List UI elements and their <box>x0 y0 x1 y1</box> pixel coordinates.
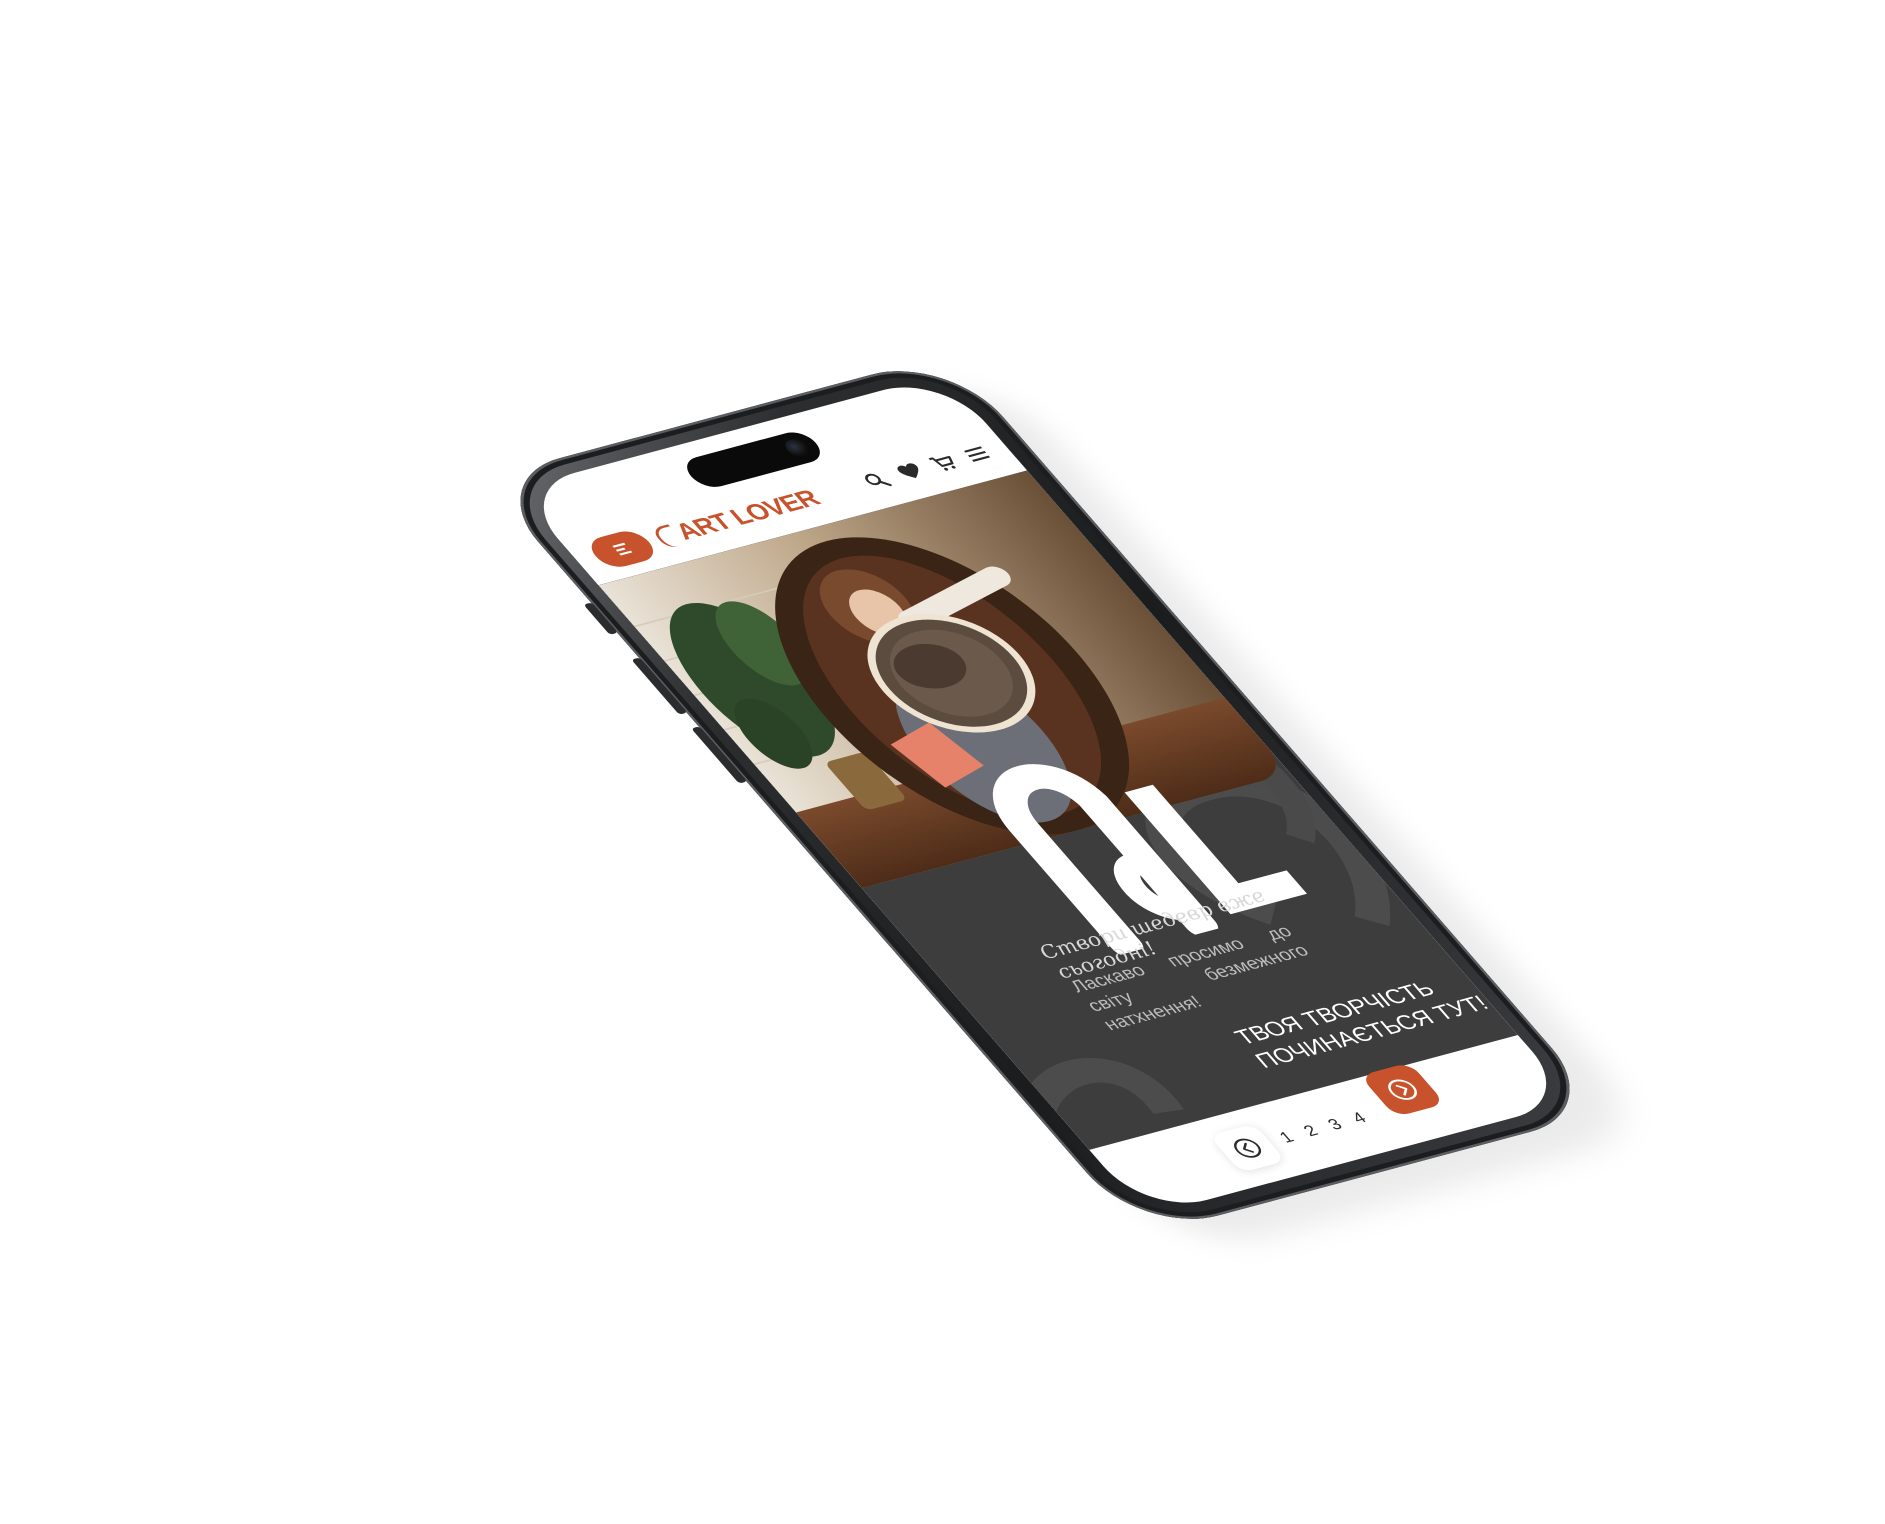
cart-icon[interactable] <box>925 451 962 475</box>
mockup-stage: ART LOVER Створи шедевр вже сьогодні! Ла… <box>0 0 1885 1524</box>
menu-button[interactable] <box>583 527 662 571</box>
heart-icon[interactable] <box>892 460 929 484</box>
page-number-4[interactable]: 4 <box>1345 1108 1373 1128</box>
hero-section: Створи шедевр вже сьогодні! Ласкаво прос… <box>598 470 1518 1150</box>
menu-icon <box>612 542 633 556</box>
smartphone-mockup: ART LOVER Створи шедевр вже сьогодні! Ла… <box>483 353 1656 1257</box>
page-number-2[interactable]: 2 <box>1297 1121 1325 1141</box>
phone-screen: ART LOVER Створи шедевр вже сьогодні! Ла… <box>514 374 1576 1216</box>
chevron-left-icon <box>1233 1138 1261 1158</box>
page-number-3[interactable]: 3 <box>1321 1115 1349 1135</box>
hamburger-icon[interactable] <box>958 442 995 466</box>
chevron-right-icon <box>1388 1079 1418 1100</box>
page-number-1[interactable]: 1 <box>1273 1128 1301 1148</box>
search-icon[interactable] <box>859 469 896 493</box>
front-camera <box>780 436 815 459</box>
